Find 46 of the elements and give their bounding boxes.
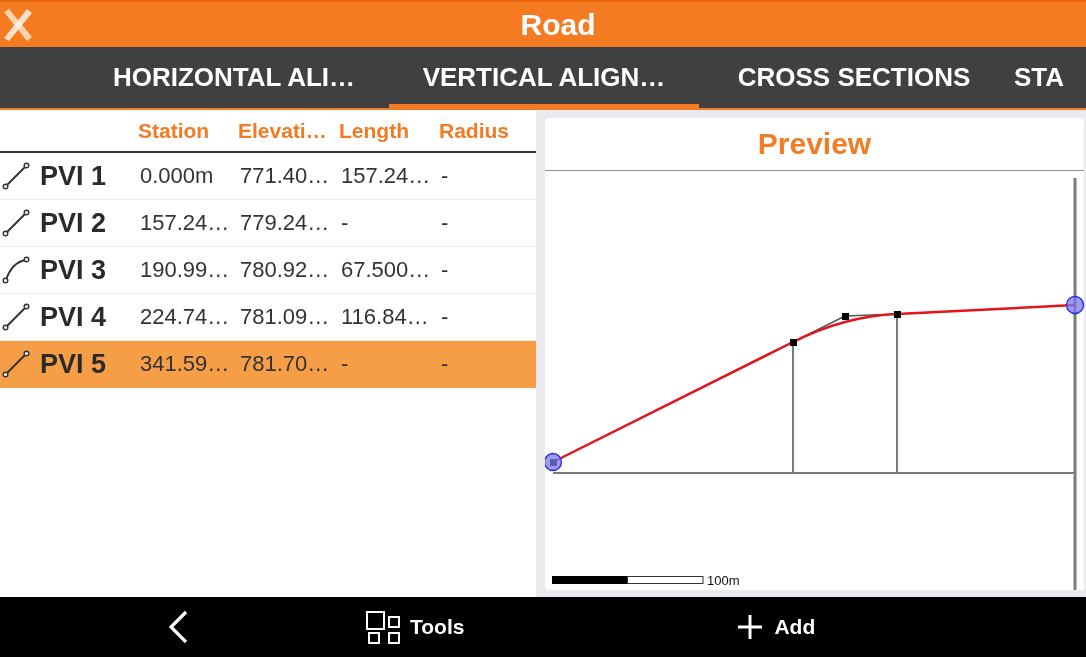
line-segment-icon <box>2 350 30 378</box>
add-button[interactable]: Add <box>734 611 820 643</box>
table-cell-text: - <box>440 163 450 189</box>
grid-icon <box>366 610 402 644</box>
app-title: Road <box>519 7 596 42</box>
table-cell-text: 341.59… <box>139 351 231 377</box>
table-cell-text: 157.24… <box>340 163 432 189</box>
column-header: Radius <box>438 118 510 143</box>
preview-title: Preview <box>757 127 872 161</box>
table-cell-text: - <box>340 210 350 236</box>
table-row[interactable]: PVI 1 0.000m 771.40… 157.24… - <box>0 153 536 200</box>
table-cell-text: 781.70… <box>239 351 331 377</box>
table-cell-text: - <box>440 304 450 330</box>
tab[interactable]: HORIZONTAL ALI… <box>79 47 389 108</box>
column-header: Station <box>137 118 211 143</box>
table-cell-text: - <box>440 351 450 377</box>
table-cell-text: 224.74… <box>139 304 231 330</box>
point-name: PVI 5 <box>40 348 107 380</box>
table-cell-text: 190.99… <box>139 257 231 283</box>
point-name: PVI 4 <box>40 301 107 333</box>
back-icon <box>168 610 188 644</box>
tab[interactable]: CROSS SECTIONS <box>699 47 1009 108</box>
plus-icon <box>738 615 763 639</box>
table-cell-text: 0.000m <box>139 163 215 189</box>
column-header: Elevati… <box>237 118 328 143</box>
table-cell-text: 781.09… <box>239 304 331 330</box>
column-header: Length <box>338 118 410 143</box>
table-row[interactable]: PVI 3 190.99… 780.92… 67.500… - <box>0 247 536 294</box>
table-cell-text: 771.40… <box>239 163 331 189</box>
table-cell-text: - <box>440 257 450 283</box>
point-name: PVI 3 <box>40 254 107 286</box>
table-cell-text: 67.500… <box>340 257 432 283</box>
table-cell-text: 780.92… <box>239 257 331 283</box>
table-cell-text: 779.24… <box>239 210 331 236</box>
table-cell-text: - <box>440 210 450 236</box>
table-cell-text: 157.24… <box>139 210 231 236</box>
table-row[interactable]: PVI 2 157.24… 779.24… - - <box>0 200 536 247</box>
table-cell-text: - <box>340 351 350 377</box>
scale-label: 100m <box>707 573 740 588</box>
point-name: PVI 2 <box>40 207 107 239</box>
point-name: PVI 1 <box>40 160 107 192</box>
tools-button[interactable]: Tools <box>362 606 469 648</box>
table-row[interactable]: PVI 5 341.59… 781.70… - - <box>0 341 536 388</box>
logo-icon <box>3 8 33 41</box>
table-cell-text: 116.84… <box>340 304 430 330</box>
tab[interactable]: STA <box>1009 47 1086 108</box>
